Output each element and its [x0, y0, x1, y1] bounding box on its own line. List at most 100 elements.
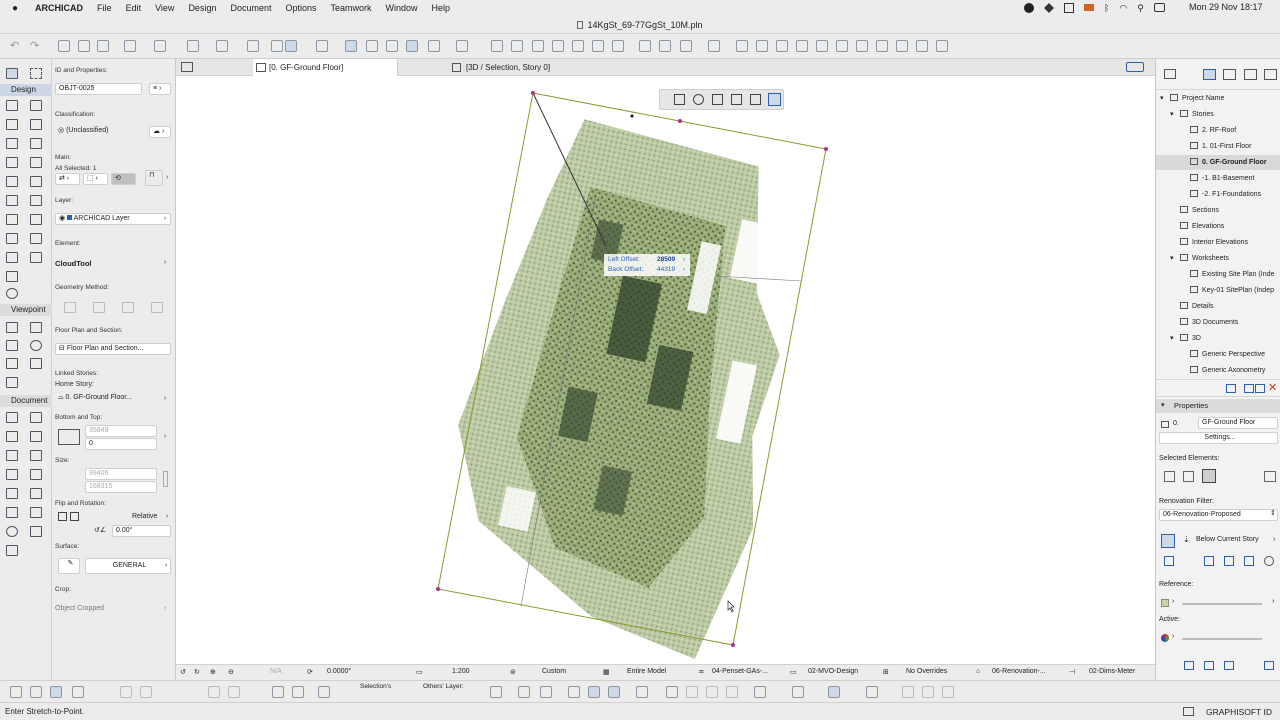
- relative-label[interactable]: Relative: [132, 513, 157, 520]
- pet-elevate-icon[interactable]: [731, 94, 742, 105]
- dims-value[interactable]: 02-Dims-Meter: [1089, 668, 1135, 675]
- layers-icon[interactable]: [272, 686, 284, 698]
- element-chevron[interactable]: ›: [164, 259, 166, 266]
- suspend-groups-icon[interactable]: [271, 40, 283, 52]
- tree-item[interactable]: 2. RF-Roof: [1156, 123, 1280, 138]
- pet-offset-icon[interactable]: [768, 93, 781, 106]
- size-width-field[interactable]: 99406: [85, 468, 157, 480]
- tree-item[interactable]: Existing Site Plan (Inde: [1156, 267, 1280, 282]
- model-value[interactable]: Entire Model: [627, 668, 666, 675]
- project-map-icon[interactable]: [1203, 69, 1216, 80]
- drive-icon[interactable]: [1064, 3, 1074, 13]
- align-left-icon[interactable]: [636, 686, 648, 698]
- active-slider[interactable]: [1182, 638, 1262, 640]
- element-type-selector[interactable]: ⇄ ›: [55, 173, 80, 185]
- tree-item[interactable]: Details: [1156, 299, 1280, 314]
- figure-tool-icon[interactable]: [6, 545, 18, 556]
- tab-3d[interactable]: [3D / Selection, Story 0]: [450, 59, 650, 76]
- layer-icon[interactable]: [187, 40, 199, 52]
- 3d-document-tool-icon[interactable]: [30, 358, 42, 369]
- auto-dimension-icon[interactable]: [792, 686, 804, 698]
- hotspot[interactable]: [630, 114, 634, 118]
- id-menu-button[interactable]: ≡ ›: [149, 83, 171, 95]
- favorites-button[interactable]: ⊓: [145, 170, 163, 186]
- column-tool-icon[interactable]: [6, 119, 18, 130]
- tree-item[interactable]: Sections: [1156, 203, 1280, 218]
- dimension-tool-icon[interactable]: [6, 412, 18, 423]
- hotspot-tool-icon[interactable]: [6, 507, 18, 518]
- snap-icon[interactable]: [518, 686, 530, 698]
- ruler-icon[interactable]: [568, 686, 580, 698]
- menu-teamwork[interactable]: Teamwork: [324, 3, 379, 13]
- morph-tool-icon[interactable]: [30, 214, 42, 225]
- shell-tool-icon[interactable]: [30, 195, 42, 206]
- undo-view-icon[interactable]: ↺: [180, 668, 186, 676]
- redo-view-icon[interactable]: ↻: [194, 668, 200, 676]
- fill-tool-icon[interactable]: [6, 469, 18, 480]
- sun-tool-icon[interactable]: [6, 288, 18, 299]
- fillet-icon[interactable]: [572, 40, 584, 52]
- menu-view[interactable]: View: [148, 3, 181, 13]
- id-field[interactable]: OBJT-0025: [55, 83, 142, 95]
- bounding-box-icon[interactable]: [285, 40, 297, 52]
- drawing-tool-icon[interactable]: [30, 526, 42, 537]
- layer-field[interactable]: ◉ ARCHICAD Layer: [55, 213, 171, 225]
- point-cloud-view[interactable]: [176, 76, 1155, 664]
- magic-wand-icon[interactable]: [345, 40, 357, 52]
- curtain-wall-tool-icon[interactable]: [30, 157, 42, 168]
- polyline-tool-icon[interactable]: [30, 488, 42, 499]
- menu-help[interactable]: Help: [425, 3, 458, 13]
- zoom-in-icon[interactable]: [511, 40, 523, 52]
- line-type-icon[interactable]: [124, 40, 136, 52]
- clone-icon[interactable]: [1244, 384, 1254, 393]
- patch-icon[interactable]: [72, 686, 84, 698]
- zone-tool-icon[interactable]: [6, 233, 18, 244]
- toolbox-section-design[interactable]: Design: [0, 84, 52, 96]
- lock-icon[interactable]: [316, 40, 328, 52]
- control-center-icon[interactable]: [1153, 3, 1165, 12]
- publish-icon[interactable]: [922, 686, 934, 698]
- below-story-select[interactable]: Below Current Story: [1196, 536, 1259, 543]
- nav-bottom-2-icon[interactable]: [1204, 661, 1214, 670]
- trace-option-4-icon[interactable]: [1244, 556, 1254, 566]
- explode-icon[interactable]: [612, 40, 624, 52]
- magic-icon[interactable]: [588, 686, 600, 698]
- tracker-back-value[interactable]: 44319: [657, 266, 675, 273]
- stair-icon[interactable]: [736, 40, 748, 52]
- new-view-icon[interactable]: [1226, 384, 1236, 393]
- tracker-left-value[interactable]: 28509: [657, 256, 675, 263]
- navigator-menu-icon[interactable]: [1164, 69, 1176, 79]
- stretch-icon[interactable]: [686, 686, 698, 698]
- trace-option-5-icon[interactable]: [1264, 556, 1274, 566]
- menu-file[interactable]: File: [90, 3, 119, 13]
- mesh-icon[interactable]: [816, 40, 828, 52]
- floorplan-field[interactable]: ⊟ Floor Plan and Section...: [55, 343, 171, 355]
- record-icon[interactable]: [1024, 3, 1034, 13]
- split-icon[interactable]: [592, 40, 604, 52]
- table-icon[interactable]: [916, 40, 928, 52]
- relative-construction-icon[interactable]: [386, 40, 398, 52]
- bluetooth-icon[interactable]: ᛒ: [1104, 3, 1109, 13]
- relative-chevron[interactable]: ›: [166, 513, 168, 520]
- tree-item[interactable]: 3D Documents: [1156, 315, 1280, 330]
- section-tool-icon[interactable]: [6, 322, 18, 333]
- tree-item[interactable]: Interior Elevations: [1156, 235, 1280, 250]
- wall-tool-icon[interactable]: [6, 100, 18, 111]
- tracker-chevron-2[interactable]: ›: [683, 266, 685, 273]
- menubar-clock[interactable]: Mon 29 Nov 18:17: [1189, 2, 1263, 12]
- home-story-chevron[interactable]: ›: [164, 395, 166, 402]
- flip-icon[interactable]: [58, 512, 67, 521]
- bottom-offset-field[interactable]: 0: [85, 438, 157, 450]
- worksheet-tool-icon[interactable]: [30, 340, 42, 351]
- below-story-chevron[interactable]: ›: [1273, 536, 1275, 543]
- mesh-tool-icon[interactable]: [6, 214, 18, 225]
- marquee-tool-icon[interactable]: [30, 68, 42, 79]
- shell-icon[interactable]: [776, 40, 788, 52]
- zone-icon[interactable]: [876, 40, 888, 52]
- edge-handle-top[interactable]: [678, 119, 682, 123]
- settings-button[interactable]: Settings...: [1159, 432, 1278, 444]
- overrides-value[interactable]: No Overrides: [906, 668, 947, 675]
- stair-tool-icon[interactable]: [6, 176, 18, 187]
- railing-tool-icon[interactable]: [30, 176, 42, 187]
- offset-icon[interactable]: [552, 40, 564, 52]
